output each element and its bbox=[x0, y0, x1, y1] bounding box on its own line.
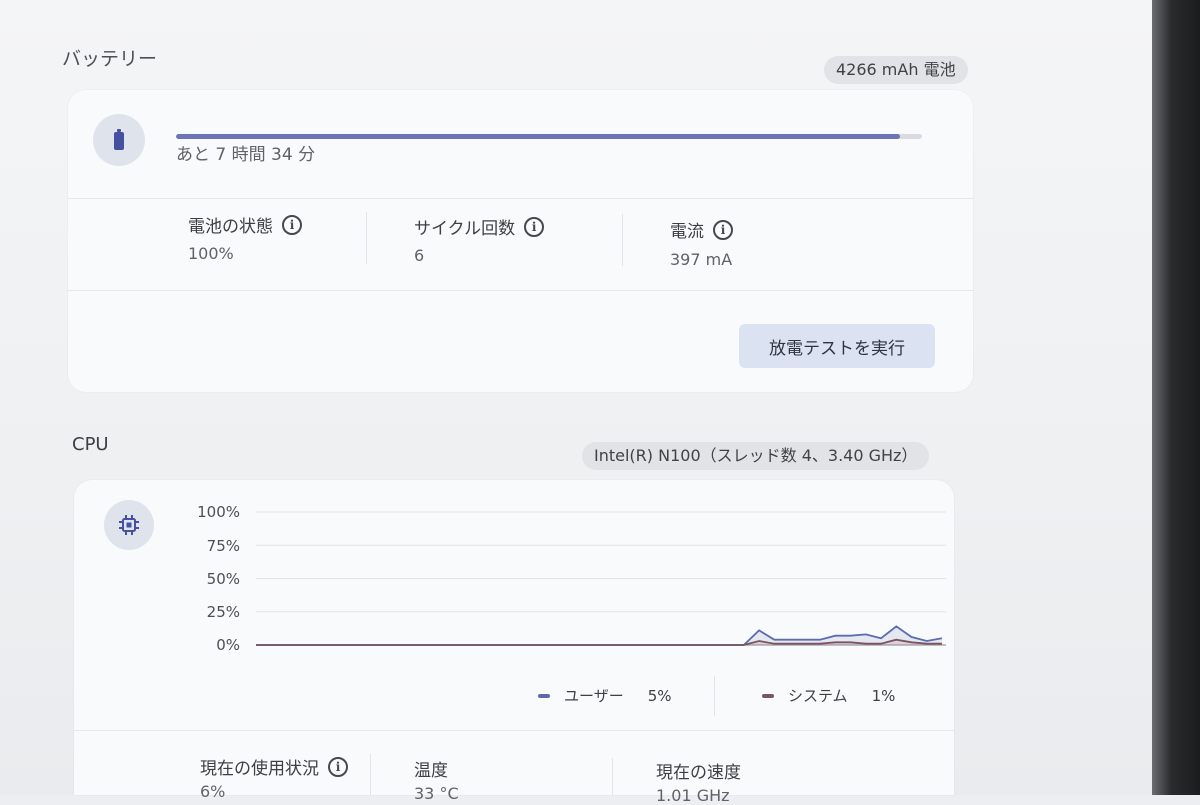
legend-system-swatch bbox=[762, 693, 774, 698]
cycle-count-label: サイクル回数 i bbox=[414, 214, 545, 239]
legend-user-swatch bbox=[538, 693, 550, 698]
y-tick-label: 100% bbox=[197, 503, 240, 521]
current-label: 電流 i bbox=[670, 217, 733, 242]
current-value: 397 mA bbox=[670, 250, 733, 269]
discharge-test-button[interactable]: 放電テストを実行 bbox=[739, 324, 935, 368]
info-icon[interactable]: i bbox=[282, 214, 302, 235]
cpu-temperature-label: 温度 bbox=[414, 761, 448, 781]
cycle-count-value: 6 bbox=[414, 246, 425, 265]
cpu-temperature-value: 33 °C bbox=[414, 784, 459, 803]
screen-bezel bbox=[1152, 0, 1200, 795]
stat-divider bbox=[622, 214, 623, 266]
cpu-divider bbox=[74, 730, 954, 731]
y-tick-label: 0% bbox=[216, 636, 240, 654]
cpu-chip-icon bbox=[104, 500, 154, 550]
stat-divider bbox=[366, 212, 367, 264]
info-icon[interactable]: i bbox=[524, 216, 545, 237]
battery-icon bbox=[93, 114, 145, 166]
legend-user: ユーザー 5% bbox=[538, 685, 672, 706]
battery-divider-top bbox=[68, 198, 973, 199]
cpu-usage-chart bbox=[256, 511, 946, 646]
stat-divider bbox=[612, 758, 613, 795]
cpu-model-chip: Intel(R) N100（スレッド数 4、3.40 GHz） bbox=[582, 442, 930, 470]
stat-divider bbox=[370, 754, 371, 795]
battery-capacity-chip: 4266 mAh 電池 bbox=[824, 56, 968, 84]
battery-divider-bottom bbox=[68, 290, 973, 291]
battery-health-label: 電池の状態 i bbox=[188, 212, 302, 237]
battery-level-bar bbox=[176, 134, 922, 139]
battery-time-remaining: あと 7 時間 34 分 bbox=[176, 145, 316, 165]
info-icon[interactable]: i bbox=[713, 219, 733, 240]
battery-section-title: バッテリー bbox=[62, 48, 158, 70]
y-tick-label: 75% bbox=[206, 537, 240, 555]
cpu-section-title: CPU bbox=[72, 434, 109, 455]
info-icon[interactable]: i bbox=[328, 756, 348, 777]
cpu-speed-label: 現在の速度 bbox=[656, 763, 741, 783]
cpu-card: 100% 75% 50% 25% 0% ユーザー 5% システム 1% 現在の使… bbox=[74, 480, 954, 805]
cpu-usage-value: 6% bbox=[200, 782, 226, 801]
legend-divider bbox=[714, 676, 715, 716]
cpu-speed-value: 1.01 GHz bbox=[656, 786, 730, 805]
battery-health-value: 100% bbox=[188, 244, 234, 263]
legend-system: システム 1% bbox=[762, 685, 895, 706]
cpu-usage-label: 現在の使用状況 i bbox=[200, 754, 348, 779]
y-tick-label: 25% bbox=[206, 603, 240, 621]
battery-level-fill bbox=[176, 134, 900, 139]
y-tick-label: 50% bbox=[206, 570, 240, 588]
battery-card: あと 7 時間 34 分 電池の状態 i 100% サイクル回数 i 6 電流 … bbox=[68, 90, 973, 392]
